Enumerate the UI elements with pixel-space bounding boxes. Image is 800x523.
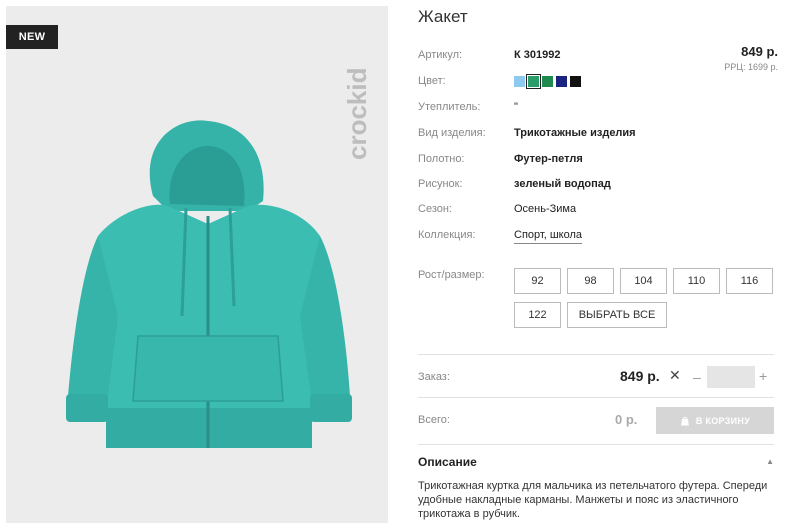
size-option[interactable]: 104 xyxy=(620,268,667,294)
spec-value: Футер-петля xyxy=(514,153,583,165)
bag-icon xyxy=(681,416,689,425)
product-details: Жакет 849 р. РРЦ: 1699 р. Артикул: К 301… xyxy=(418,0,778,523)
description-heading[interactable]: Описание xyxy=(418,455,477,469)
cart-button-label: В КОРЗИНУ xyxy=(695,415,751,426)
spec-label: Артикул: xyxy=(418,49,463,61)
total-label: Всего: xyxy=(418,414,450,426)
multiply-icon: ✕ xyxy=(669,367,681,383)
spec-article: Артикул: К 301992 xyxy=(418,49,778,65)
size-option[interactable]: 116 xyxy=(726,268,773,294)
spec-label: Утеплитель: xyxy=(418,101,481,113)
spec-label: Сезон: xyxy=(418,203,452,215)
size-option[interactable]: 110 xyxy=(673,268,720,294)
new-badge: NEW xyxy=(6,25,58,49)
size-label: Рост/размер: xyxy=(418,269,485,281)
order-label: Заказ: xyxy=(418,371,450,383)
divider xyxy=(418,444,774,445)
spec-season: Сезон: Осень-Зима xyxy=(418,203,778,219)
quantity-input[interactable] xyxy=(707,366,755,388)
color-swatch[interactable] xyxy=(570,76,581,87)
jacket-illustration xyxy=(66,120,352,448)
spec-label: Коллекция: xyxy=(418,229,476,241)
spec-insulation: Утеплитель: " xyxy=(418,101,778,117)
spec-pattern: Рисунок: зеленый водопад xyxy=(418,178,778,194)
color-swatch[interactable] xyxy=(542,76,553,87)
spec-label: Полотно: xyxy=(418,153,465,165)
add-to-cart-button[interactable]: В КОРЗИНУ xyxy=(656,407,774,434)
increase-quantity-button[interactable]: + xyxy=(759,368,767,384)
size-option[interactable]: 122 xyxy=(514,302,561,328)
spec-value: " xyxy=(514,101,518,113)
divider xyxy=(418,397,774,398)
spec-label: Цвет: xyxy=(418,75,446,87)
product-image[interactable]: NEW crockid xyxy=(6,6,388,523)
spec-label: Рисунок: xyxy=(418,178,463,190)
spec-value: зеленый водопад xyxy=(514,178,611,190)
color-swatch[interactable] xyxy=(526,74,541,89)
color-swatch[interactable] xyxy=(556,76,567,87)
spec-type: Вид изделия: Трикотажные изделия xyxy=(418,127,778,143)
select-all-sizes-button[interactable]: ВЫБРАТЬ ВСЕ xyxy=(567,302,667,328)
product-title: Жакет xyxy=(418,7,468,26)
decrease-quantity-button[interactable]: – xyxy=(693,369,701,385)
spec-value: Осень-Зима xyxy=(514,203,577,215)
spec-value: Трикотажные изделия xyxy=(514,127,636,139)
color-swatches xyxy=(514,74,581,89)
description-text: Трикотажная куртка для мальчика из петел… xyxy=(418,480,768,520)
collapse-icon[interactable]: ▲ xyxy=(766,457,774,466)
order-price: 849 р. xyxy=(620,368,660,384)
spec-label: Вид изделия: xyxy=(418,127,486,139)
collection-link[interactable]: Спорт, школа xyxy=(514,229,582,244)
total-value: 0 р. xyxy=(615,412,638,427)
size-option[interactable]: 92 xyxy=(514,268,561,294)
spec-fabric: Полотно: Футер-петля xyxy=(418,153,778,169)
spec-color: Цвет: xyxy=(418,75,778,91)
divider xyxy=(418,354,774,355)
spec-collection: Коллекция: Спорт, школа xyxy=(418,229,778,245)
color-swatch[interactable] xyxy=(514,76,525,87)
size-option[interactable]: 98 xyxy=(567,268,614,294)
spec-value: К 301992 xyxy=(514,49,561,61)
